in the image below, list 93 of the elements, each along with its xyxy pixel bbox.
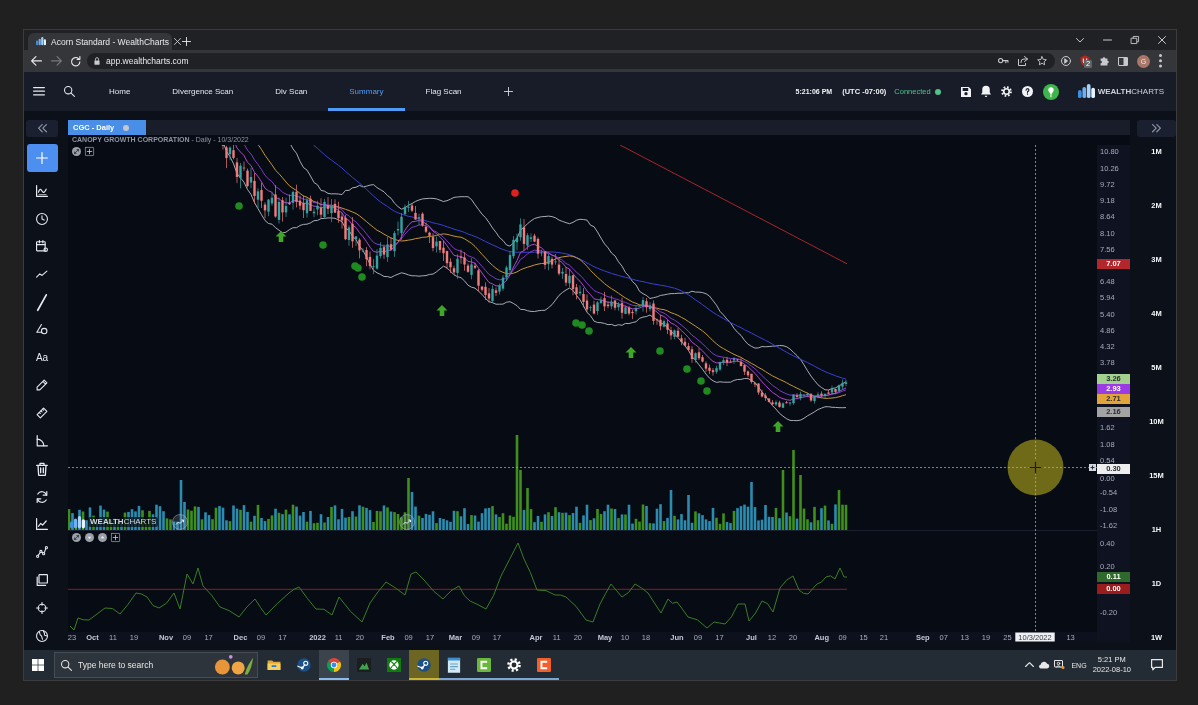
search-icon [61,659,72,671]
signal-dot-icon [235,202,243,210]
calendar-icon[interactable] [36,240,48,253]
text-tool[interactable]: Aa [35,351,49,364]
key-icon[interactable] [998,58,1009,64]
pencil-icon[interactable] [36,379,48,392]
mountain-chart-icon[interactable] [357,658,371,672]
expand-icon[interactable] [72,147,81,156]
more-icon[interactable] [1159,54,1162,68]
nav-tab[interactable]: Home [88,72,152,111]
add-tab-icon[interactable] [503,87,513,96]
star-icon[interactable] [1037,56,1047,66]
play-circle-icon[interactable] [1061,56,1071,66]
signal-dot-icon [683,365,691,373]
chart-logo-text: WEALTHCHARTS [88,517,159,528]
node-graph-icon[interactable] [36,546,48,559]
taskbar-app-button[interactable] [319,650,349,680]
search-field[interactable]: Type here to search [54,652,258,678]
color-wheel-icon[interactable] [327,658,341,672]
globe-icon[interactable] [36,629,48,642]
location-pin-icon[interactable] [1042,83,1059,100]
save-icon[interactable] [960,86,971,97]
close-tab-icon[interactable] [173,38,181,45]
notepad-icon[interactable] [447,656,461,674]
angle-icon[interactable] [36,435,48,448]
up-arrow-icon [625,347,637,358]
expand-icon[interactable] [72,533,81,542]
double-chevron-right-icon[interactable] [1152,124,1161,133]
ruler-icon[interactable] [36,407,48,420]
camera-screen-icon[interactable] [1054,660,1066,670]
chevron-up-icon[interactable] [1025,662,1035,668]
up-arrow-icon [275,231,287,242]
add-button[interactable] [26,144,58,172]
nav-tab[interactable]: Divergence Scan [151,72,255,111]
expand-button[interactable] [1137,120,1176,137]
move-up-icon[interactable] [98,533,107,542]
clock-icon[interactable] [36,212,48,225]
lock-icon [94,56,100,66]
new-tab-icon[interactable] [182,37,191,46]
add-square-icon[interactable] [85,147,94,156]
notification-icon[interactable] [1151,659,1163,671]
up-arrow-icon [772,421,784,432]
puzzle-icon[interactable] [1099,56,1109,66]
round-app-icon[interactable] [417,658,431,672]
tab-dot-icon [123,124,130,131]
double-chevron-left-icon[interactable] [37,124,47,133]
restore-icon[interactable] [1131,36,1139,44]
trash-icon[interactable] [36,461,48,477]
back-arrow-icon[interactable] [31,56,42,66]
site-favicon-icon [36,37,46,46]
round-app-icon[interactable] [297,658,311,672]
chevron-down-icon[interactable] [1076,37,1084,43]
help-icon[interactable] [1021,86,1033,97]
menu-icon[interactable] [33,87,45,96]
bell-icon[interactable] [980,85,991,98]
logo-text: WEALTHCHARTS [1097,87,1164,96]
line-tool-icon[interactable] [36,293,48,311]
windows-logo-icon[interactable] [32,659,44,671]
trend-line-icon[interactable] [36,270,48,279]
plus-icon[interactable] [1089,464,1096,471]
signal-dot-icon [703,387,711,395]
shapes-icon[interactable] [36,324,48,336]
logo-icon [1077,84,1095,99]
signal-dot-icon [511,189,519,197]
close-icon[interactable] [1158,36,1166,44]
nav-tab[interactable]: Div Scan [254,72,329,111]
cloud-icon[interactable] [1038,661,1051,669]
signal-dot-icon [697,377,705,385]
up-arrow-icon [436,305,448,316]
line-chart-icon[interactable] [36,518,48,531]
signal-dot-icon [656,347,664,355]
share-icon[interactable] [1018,56,1028,66]
collapse-button[interactable] [26,120,58,137]
nav-tab[interactable]: Flag Scan [404,72,483,111]
crosshair-target-icon[interactable] [36,601,48,614]
move-down-icon[interactable] [85,533,94,542]
x-logo-icon[interactable] [387,658,401,672]
side-panel-icon[interactable] [1118,56,1128,66]
search-icon[interactable] [64,86,75,97]
signal-dot-icon [319,241,327,249]
reload-icon[interactable] [71,55,81,67]
c-logo-icon[interactable] [537,658,551,672]
settings-icon[interactable] [1000,86,1012,97]
chart-logo-icon [70,516,85,529]
gear-icon[interactable] [507,658,521,672]
cursor-highlight-icon [1007,439,1064,496]
refresh-icon[interactable] [36,490,48,503]
folder-icon[interactable] [267,659,281,671]
address-field[interactable]: app.wealthcharts.com [87,53,1055,69]
chart-indicator-icon[interactable] [36,184,48,197]
add-square-icon[interactable] [111,533,120,542]
copy-icon[interactable] [36,574,48,587]
search-highlight-icon [214,654,254,676]
